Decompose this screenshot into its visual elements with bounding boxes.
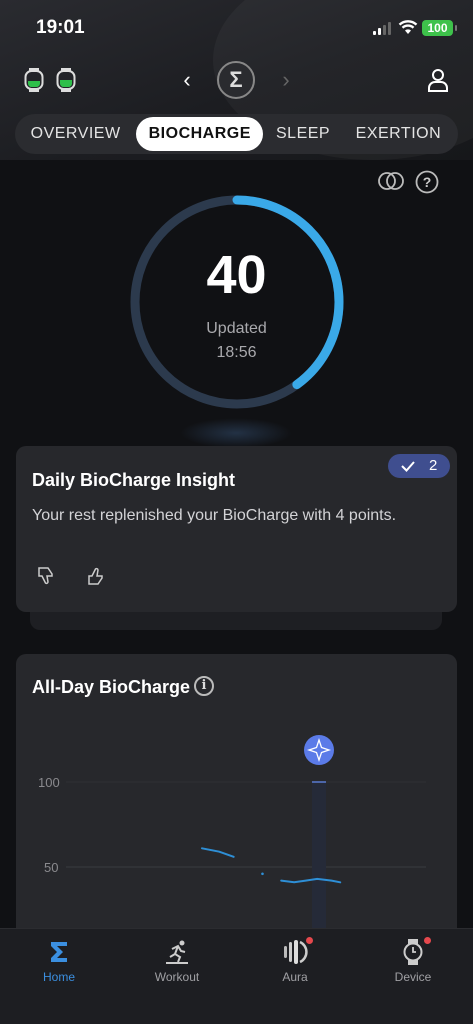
insight-title: Daily BioCharge Insight [32, 470, 236, 490]
help-icon[interactable]: ? [415, 170, 439, 194]
home-sigma-icon [51, 942, 67, 962]
battery-indicator: 100 [422, 20, 457, 36]
nav-device-label: Device [394, 970, 432, 984]
tab-sleep[interactable]: SLEEP [263, 117, 342, 151]
insight-card[interactable]: Daily BioCharge Insight 2 Your rest repl… [16, 446, 457, 612]
series-line-3 [280, 877, 342, 884]
aura-notification-dot [306, 937, 313, 944]
previous-arrow-button[interactable]: ‹ [177, 68, 197, 92]
biocharge-score: 40 [206, 245, 267, 305]
all-day-chart: 100 50 [38, 735, 426, 954]
app-logo[interactable]: Σ [217, 61, 255, 99]
cellular-signal-icon [373, 22, 391, 35]
nav-workout-label: Workout [154, 970, 200, 984]
y-tick-100: 100 [38, 775, 60, 790]
thumbs-down-icon[interactable] [36, 566, 56, 586]
watch-icon[interactable] [56, 68, 76, 92]
nav-device[interactable]: Device [354, 929, 472, 993]
insight-count-badge[interactable]: 2 [388, 454, 450, 478]
bottom-nav: Home Workout Aura Device [0, 928, 473, 1024]
nav-home[interactable]: Home [0, 929, 118, 993]
series-line-1 [201, 847, 235, 858]
next-arrow-button[interactable]: › [276, 68, 296, 92]
tab-bar: OVERVIEW BIOCHARGE SLEEP EXERTION [15, 114, 458, 154]
nav-aura-label: Aura [282, 970, 308, 984]
tab-overview[interactable]: OVERVIEW [19, 117, 132, 151]
updated-time: 18:56 [216, 344, 257, 361]
workout-runner-icon [166, 940, 188, 964]
updated-label: Updated [206, 320, 267, 337]
svg-text:?: ? [423, 174, 432, 190]
nav-aura[interactable]: Aura [236, 929, 354, 993]
status-bar: 19:01 100 [0, 0, 473, 56]
profile-icon[interactable] [427, 68, 449, 92]
nav-workout[interactable]: Workout [118, 929, 236, 993]
watch-icon[interactable] [24, 68, 44, 92]
check-icon [401, 461, 415, 472]
nav-home-label: Home [42, 970, 75, 984]
compare-icon[interactable] [378, 170, 404, 192]
device-notification-dot [424, 937, 431, 944]
tab-exertion[interactable]: EXERTION [343, 117, 454, 151]
all-day-biocharge-card[interactable]: All-Day BioCharge i 100 50 [16, 654, 457, 954]
insight-count: 2 [429, 457, 438, 474]
thumbs-up-icon[interactable] [86, 566, 106, 586]
status-time: 19:01 [36, 17, 85, 38]
insight-text: Your rest replenished your BioCharge wit… [32, 507, 397, 524]
tab-biocharge[interactable]: BIOCHARGE [136, 117, 264, 151]
gauge-glow [180, 418, 292, 448]
y-tick-50: 50 [44, 860, 58, 875]
series-point [261, 872, 264, 876]
wifi-icon [398, 20, 418, 34]
